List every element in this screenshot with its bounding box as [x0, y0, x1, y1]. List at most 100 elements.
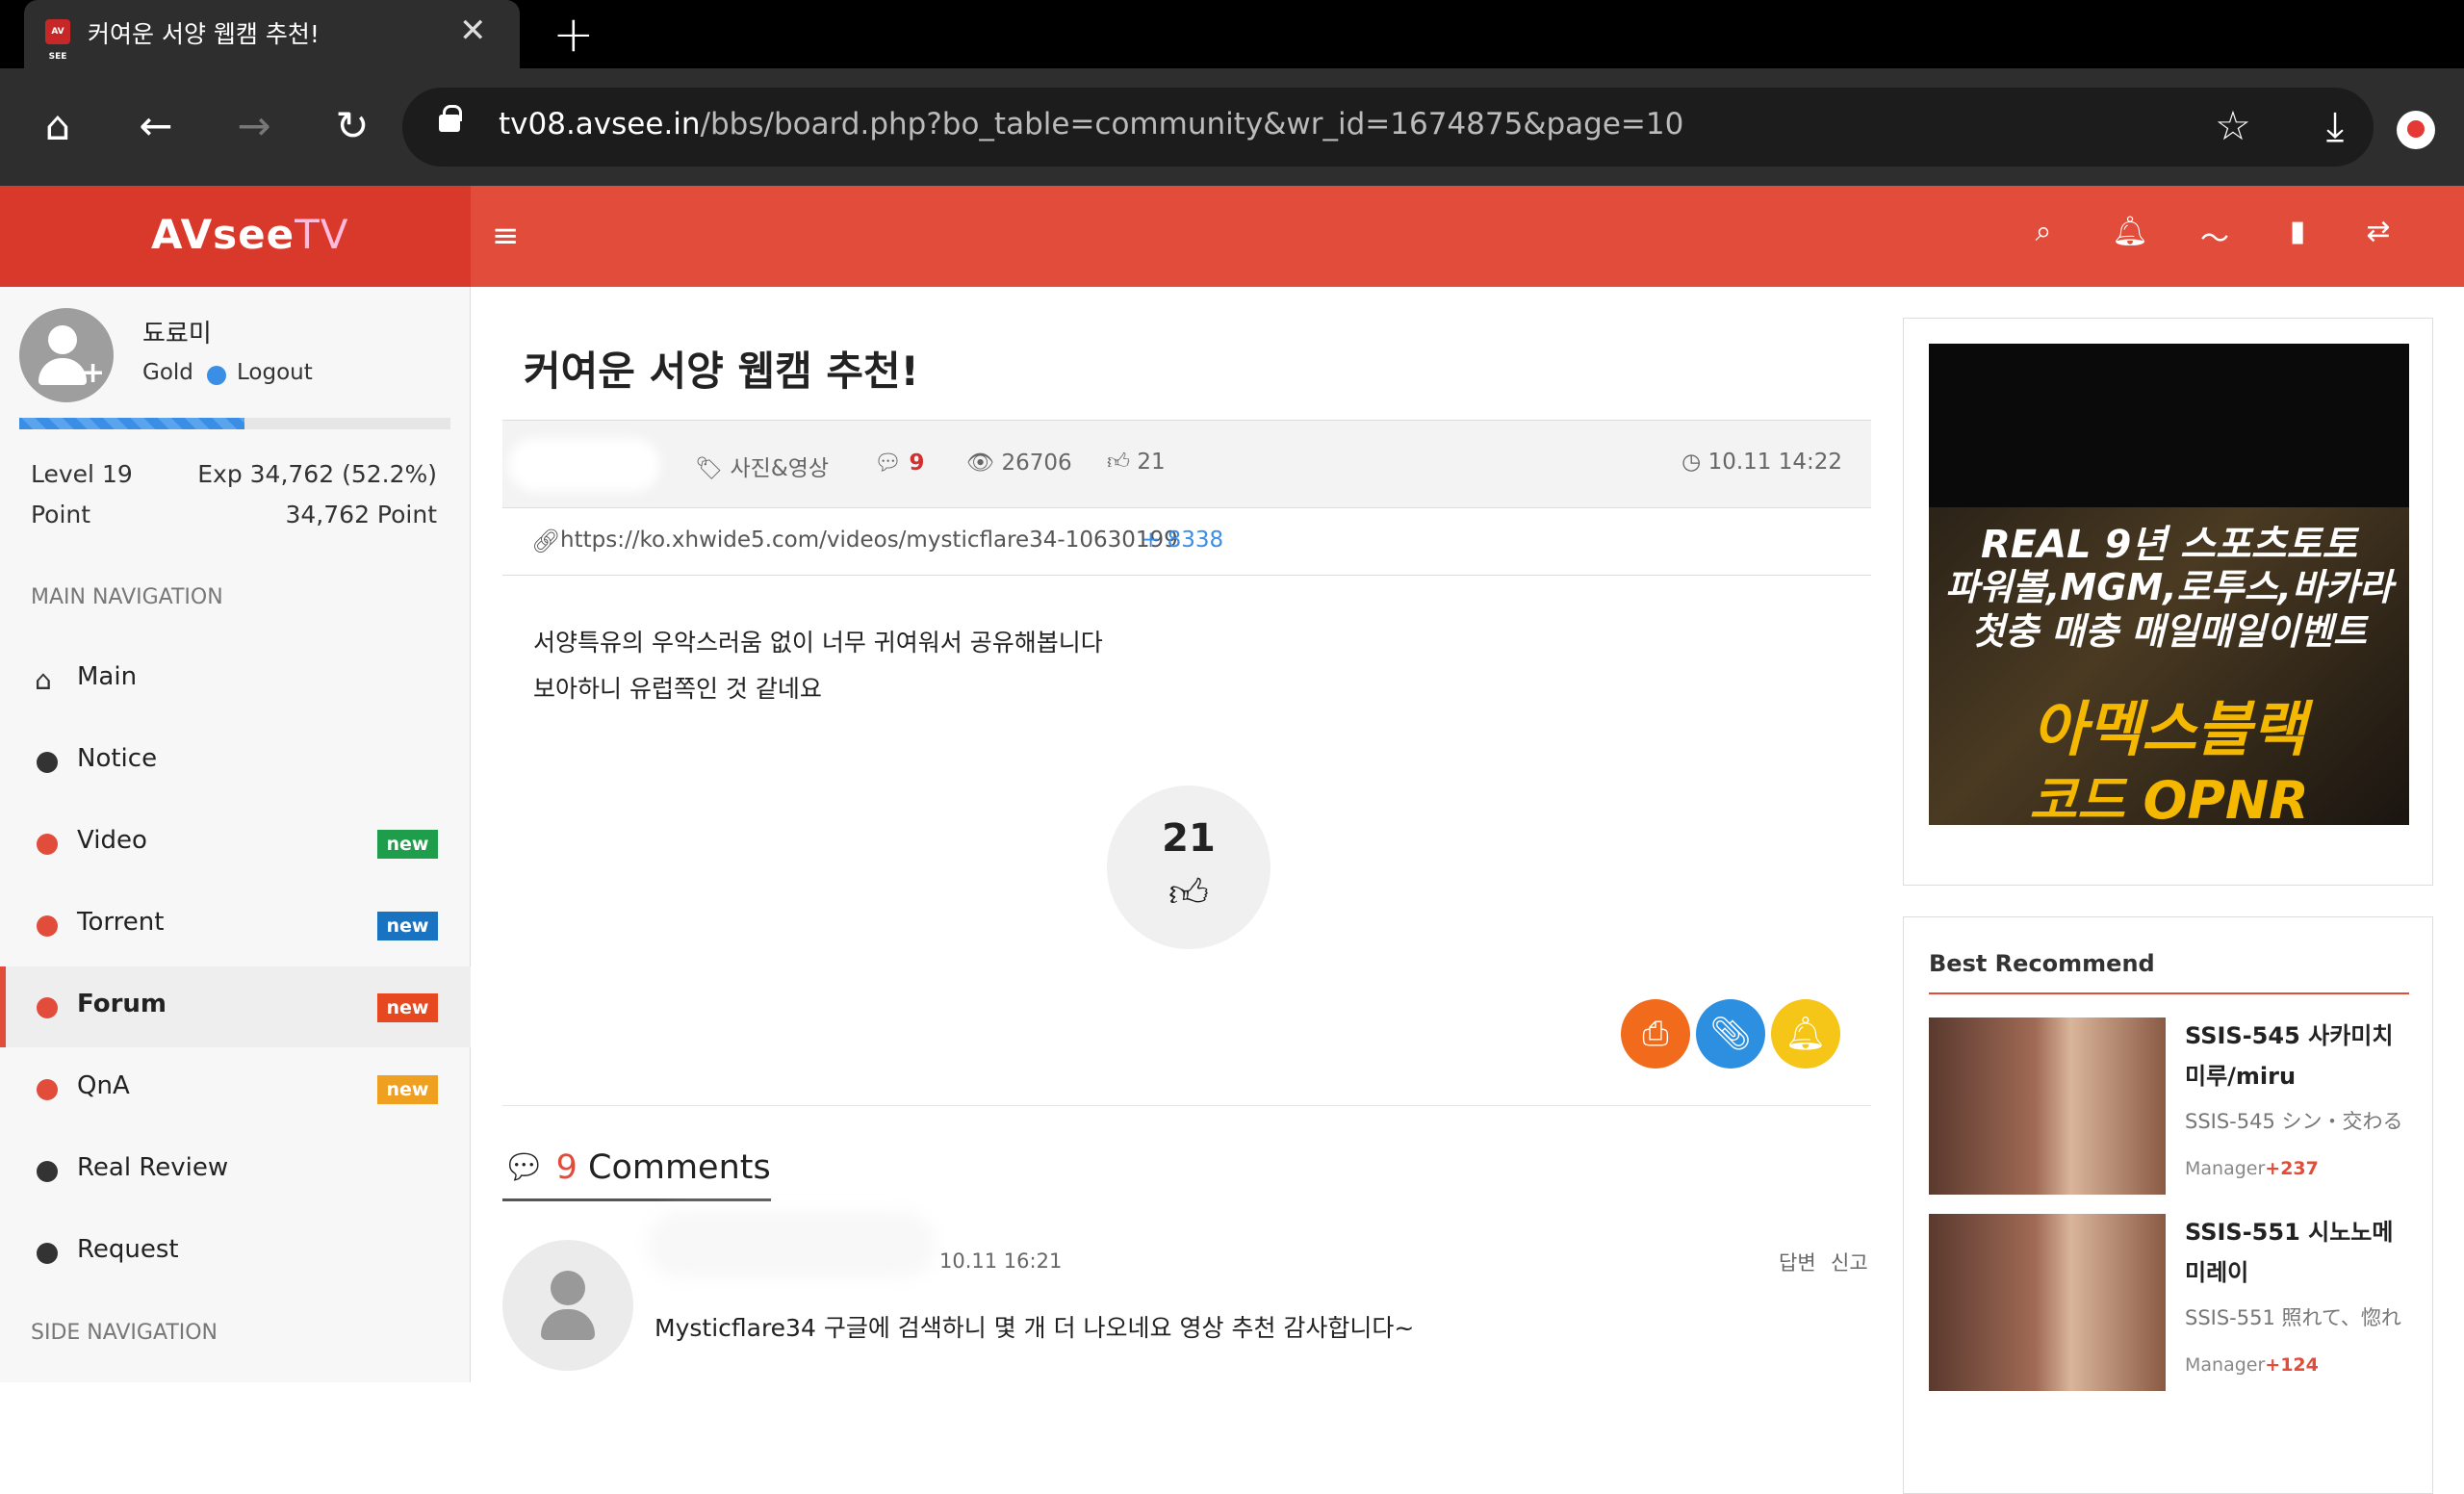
- nav-label: Request: [77, 1235, 179, 1264]
- commenter-name-blurred[interactable]: [647, 1211, 936, 1278]
- extension-icon[interactable]: [2397, 111, 2435, 149]
- bookmark-star-icon[interactable]: ☆: [2204, 97, 2262, 155]
- nav-item-real-review[interactable]: Real Review: [0, 1130, 471, 1211]
- comment-date: 10.11 16:21: [939, 1249, 1063, 1273]
- author-name-blurred[interactable]: [508, 438, 660, 492]
- xp-progress-fill: [19, 418, 244, 429]
- nav-label: Video: [77, 826, 147, 855]
- logout-link[interactable]: Logout: [237, 360, 313, 385]
- back-icon[interactable]: ←: [127, 97, 185, 155]
- recommend-manager: Manager+124: [2185, 1354, 2319, 1376]
- divider: [1929, 992, 2409, 994]
- attach-button[interactable]: 📎︎: [1696, 999, 1765, 1069]
- new-badge: new: [377, 912, 438, 940]
- favicon-icon: AV SEE: [45, 19, 70, 62]
- like-count: 👍︎ 21: [1107, 450, 1166, 475]
- ad-banner[interactable]: REAL 9년 스포츠토토 파워볼,MGM,로투스,바카라 첫충 매충 매일매일…: [1929, 344, 2409, 825]
- lock-icon: [439, 105, 462, 132]
- post-link[interactable]: https://ko.xhwide5.com/videos/mysticflar…: [560, 528, 1178, 553]
- user-name: 됴료미: [142, 320, 212, 348]
- report-link[interactable]: 신고: [1831, 1248, 1868, 1276]
- reply-link[interactable]: 답변: [1779, 1248, 1816, 1276]
- avatar[interactable]: +: [19, 308, 114, 402]
- bullet-icon: [37, 752, 58, 773]
- recommend-thumbnail[interactable]: [1929, 1214, 2166, 1391]
- xp-progress-bar: [19, 418, 450, 429]
- url-text[interactable]: tv08.avsee.in/bbs/board.php?bo_table=com…: [499, 107, 1683, 142]
- rss-icon[interactable]: 〜: [2194, 215, 2236, 257]
- bullet-icon: [37, 1079, 58, 1100]
- recommend-thumbnail[interactable]: [1929, 1017, 2166, 1195]
- point-value: 34,762 Point: [285, 501, 438, 528]
- ad-box: REAL 9년 스포츠토토 파워볼,MGM,로투스,바카라 첫충 매충 매일매일…: [1903, 318, 2433, 886]
- category-tag[interactable]: 🏷︎ 사진&영상: [695, 450, 829, 482]
- nav-item-qna[interactable]: QnA new: [0, 1048, 471, 1129]
- browser-toolbar: ⌂ ← → ↻ tv08.avsee.in/bbs/board.php?bo_t…: [0, 68, 2464, 186]
- post-title: 커여운 서양 웹캠 추천!: [524, 348, 919, 395]
- address-bar[interactable]: tv08.avsee.in/bbs/board.php?bo_table=com…: [402, 88, 2374, 167]
- bell-icon[interactable]: 🔔︎: [2109, 215, 2151, 248]
- notify-button[interactable]: 🔔︎: [1771, 999, 1840, 1069]
- user-grade: Gold: [142, 360, 193, 385]
- eye-icon: 👁︎: [966, 451, 995, 476]
- nav-item-request[interactable]: Request: [0, 1212, 471, 1293]
- commenter-avatar[interactable]: [502, 1240, 633, 1371]
- divider: [502, 1105, 1871, 1106]
- print-icon: ⎙: [1642, 1015, 1669, 1053]
- print-button[interactable]: ⎙: [1621, 999, 1690, 1069]
- new-tab-icon[interactable]: +: [552, 8, 595, 62]
- site-header: ≡ ⌕ 🔔︎ 〜 ▮ ⇄: [471, 186, 2464, 287]
- ad-text: 코드 OPNR: [2029, 770, 2309, 825]
- add-user-icon: +: [81, 356, 106, 390]
- bullet-icon: [37, 1161, 58, 1182]
- reload-icon[interactable]: ↻: [323, 97, 381, 155]
- bell-icon: 🔔︎: [1784, 1015, 1827, 1053]
- recommend-title[interactable]: SSIS-545 사카미치 미루/miru: [2185, 1016, 2406, 1096]
- nav-label: Real Review: [77, 1153, 229, 1182]
- best-recommend-box: Best Recommend SSIS-545 사카미치 미루/miru SSI…: [1903, 916, 2433, 1494]
- home-icon[interactable]: ⌂: [29, 97, 87, 155]
- close-tab-icon[interactable]: ✕: [459, 12, 487, 50]
- sidebar: + 됴료미 Gold Logout Level 19 Exp 34,762 (5…: [0, 287, 471, 1382]
- ad-text: 아멕스블랙: [2031, 694, 2307, 764]
- site-logo-bar: AVseeTV: [0, 186, 471, 287]
- nav-item-main[interactable]: ⌂ Main: [0, 639, 471, 720]
- post-link-row: 🔗︎ https://ko.xhwide5.com/videos/mysticf…: [502, 508, 1871, 576]
- nav-label: QnA: [77, 1071, 130, 1100]
- tag-icon: 🏷︎: [695, 456, 724, 481]
- menu-icon[interactable]: ≡: [492, 217, 520, 255]
- status-dot-icon: [207, 366, 226, 385]
- post-area: 커여운 서양 웹캠 추천! 🏷︎ 사진&영상 💬︎ 9 👁︎ 26706 👍︎ …: [502, 287, 1871, 1382]
- bookmark-icon[interactable]: ▮: [2276, 215, 2319, 248]
- recommend-title[interactable]: SSIS-551 시노노메 미레이: [2185, 1212, 2406, 1293]
- download-icon[interactable]: ⤓: [2306, 97, 2364, 155]
- post-body-line: 보아하니 유럽쪽인 것 같네요: [533, 675, 822, 703]
- nav-item-notice[interactable]: Notice: [0, 721, 471, 802]
- link-click-count: + 8338: [1142, 528, 1224, 553]
- comment-count: 💬︎ 9: [874, 451, 925, 476]
- browser-tab-bar: AV SEE 커여운 서양 웹캠 추천! ✕ +: [0, 0, 2464, 68]
- main-nav-heading: MAIN NAVIGATION: [31, 585, 223, 609]
- comments-heading: 💬︎ 9 Comments: [502, 1147, 771, 1201]
- post-meta: 🏷︎ 사진&영상 💬︎ 9 👁︎ 26706 👍︎ 21 ◷ 10.11 14:…: [502, 420, 1871, 508]
- search-icon[interactable]: ⌕: [2022, 215, 2065, 248]
- browser-tab[interactable]: AV SEE 커여운 서양 웹캠 추천! ✕: [24, 0, 520, 68]
- like-button[interactable]: 21 👍︎: [1107, 786, 1270, 949]
- point-label: Point: [31, 501, 91, 528]
- comment-text: Mysticflare34 구글에 검색하니 몇 개 더 나오네요 영상 추천 …: [654, 1314, 1415, 1342]
- nav-item-torrent[interactable]: Torrent new: [0, 885, 471, 966]
- bullet-icon: [37, 915, 58, 937]
- swap-icon[interactable]: ⇄: [2357, 215, 2400, 248]
- nav-label: Forum: [77, 990, 167, 1018]
- ad-text: 첫충 매충 매일매일이벤트: [1970, 610, 2368, 653]
- nav-item-video[interactable]: Video new: [0, 803, 471, 884]
- forward-icon[interactable]: →: [225, 97, 283, 155]
- link-icon: 🔗︎: [531, 528, 561, 554]
- nav-item-forum[interactable]: Forum new: [0, 966, 471, 1047]
- recommend-subtitle: SSIS-545 シン・交わる: [2185, 1110, 2403, 1133]
- nav-label: Torrent: [77, 908, 165, 937]
- exp-label: Exp 34,762 (52.2%): [197, 460, 437, 488]
- nav-label: Main: [77, 662, 138, 691]
- comment-icon: 💬︎: [874, 451, 903, 476]
- site-logo[interactable]: AVseeTV: [151, 211, 349, 258]
